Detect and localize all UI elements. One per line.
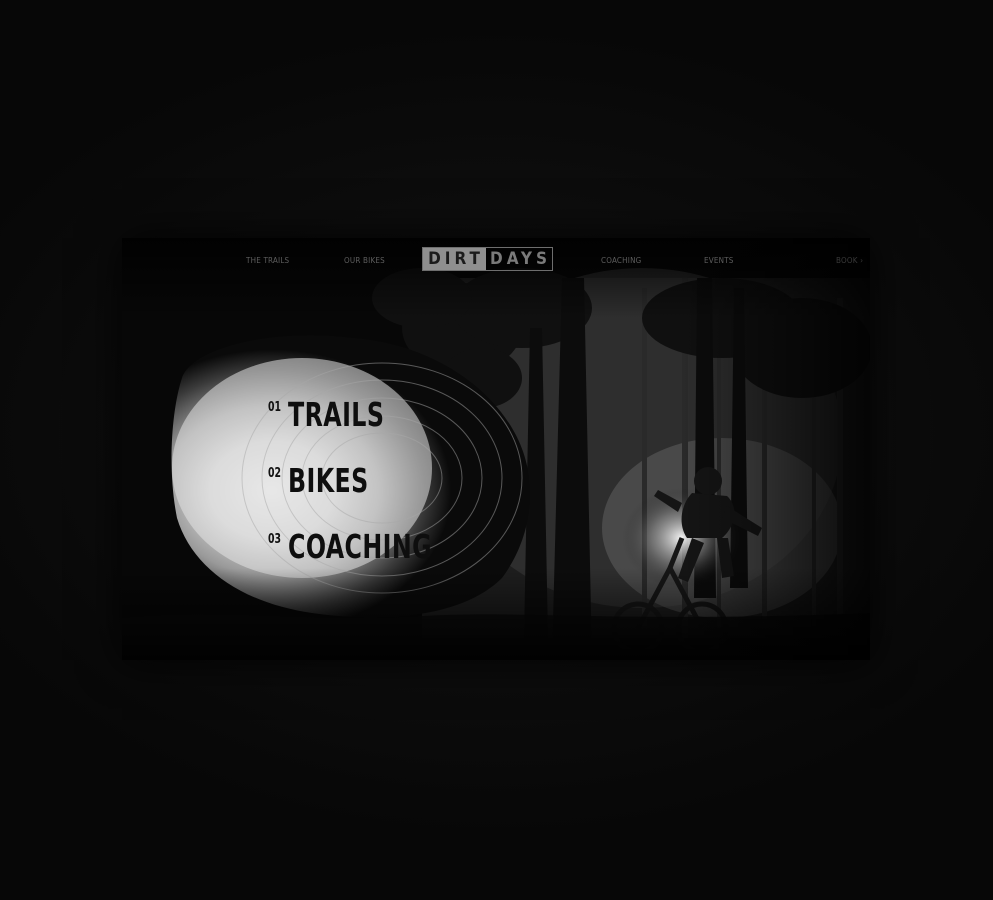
menu-item-bikes[interactable]: 02 BIKES	[268, 462, 389, 500]
logo-days: DAYS	[490, 249, 551, 269]
nav-link-coaching[interactable]: COACHING	[601, 256, 641, 265]
nav-link-book[interactable]: BOOK ›	[836, 256, 863, 265]
menu-label: TRAILS	[288, 395, 385, 434]
menu-number: 03	[268, 532, 282, 547]
brand-logo[interactable]: DIRT DAYS	[422, 247, 553, 271]
hero-forest-artwork	[122, 238, 870, 660]
nav-link-events[interactable]: EVENTS	[704, 256, 734, 265]
menu-item-trails[interactable]: 01 TRAILS	[268, 396, 408, 434]
menu-number: 02	[268, 466, 282, 481]
nav-link-our-bikes[interactable]: OUR BIKES	[344, 256, 385, 265]
menu-item-coaching[interactable]: 03 COACHING	[268, 528, 468, 566]
menu-label: COACHING	[288, 527, 432, 566]
hero-banner: THE TRAILS OUR BIKES DIRT DAYS COACHING …	[122, 238, 870, 660]
nav-link-the-trails[interactable]: THE TRAILS	[246, 256, 289, 265]
menu-number: 01	[268, 400, 282, 415]
menu-label: BIKES	[288, 461, 369, 500]
top-navigation: THE TRAILS OUR BIKES DIRT DAYS COACHING …	[122, 238, 870, 284]
logo-dirt: DIRT	[423, 248, 486, 270]
